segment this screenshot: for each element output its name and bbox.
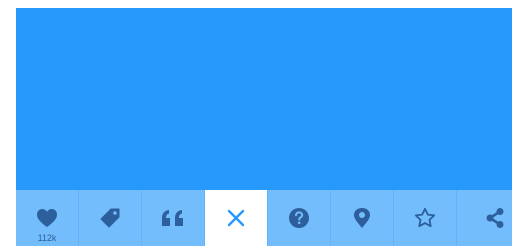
quote-icon bbox=[161, 209, 185, 227]
like-count: 112k bbox=[37, 233, 57, 243]
location-button[interactable] bbox=[331, 190, 394, 246]
close-button[interactable] bbox=[205, 190, 268, 246]
favorite-button[interactable] bbox=[394, 190, 457, 246]
share-button[interactable] bbox=[457, 190, 511, 246]
like-button[interactable]: 112k bbox=[16, 190, 79, 246]
quote-button[interactable] bbox=[142, 190, 205, 246]
tag-icon bbox=[99, 207, 121, 229]
question-icon bbox=[288, 207, 310, 229]
heart-icon bbox=[36, 208, 58, 228]
location-pin-icon bbox=[353, 207, 371, 229]
help-button[interactable] bbox=[268, 190, 331, 246]
tag-button[interactable] bbox=[79, 190, 142, 246]
share-icon bbox=[485, 207, 505, 229]
action-toolbar: 112k bbox=[16, 190, 512, 246]
close-icon bbox=[226, 208, 246, 228]
content-panel: 112k bbox=[16, 8, 512, 246]
star-icon bbox=[414, 207, 436, 229]
